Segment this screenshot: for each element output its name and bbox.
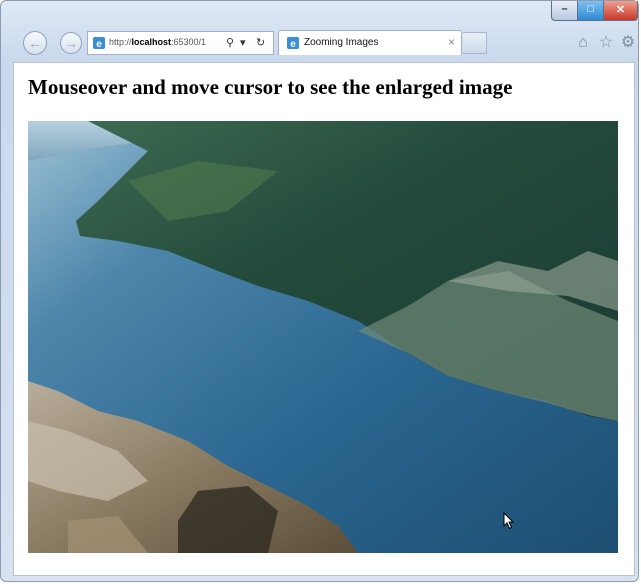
forward-arrow-icon: → <box>64 35 78 51</box>
favorites-icon[interactable]: ☆ <box>597 34 615 52</box>
ie-page-icon: e <box>93 37 105 50</box>
back-button[interactable]: ← <box>23 31 47 55</box>
home-icon[interactable]: ⌂ <box>574 34 592 52</box>
page-title: Mouseover and move cursor to see the enl… <box>28 75 513 99</box>
url-protocol: http:// <box>109 37 132 47</box>
ie-page-icon: e <box>287 37 299 50</box>
tab-close-icon[interactable]: × <box>448 35 455 49</box>
address-url[interactable]: http://localhost:65300/1 <box>109 37 224 47</box>
maximize-icon: □ <box>587 3 594 15</box>
gear-icon[interactable]: ⚙ <box>619 34 637 52</box>
svg-text:e: e <box>290 39 296 50</box>
minimize-icon: – <box>561 3 568 15</box>
title-bar: – □ ✕ ← → e http://localhost:65300/1 ⚲ ▾… <box>1 1 638 61</box>
page-content: Mouseover and move cursor to see the enl… <box>13 62 635 576</box>
browser-window: – □ ✕ ← → e http://localhost:65300/1 ⚲ ▾… <box>0 0 639 582</box>
search-icon[interactable]: ⚲ <box>226 36 234 49</box>
refresh-icon[interactable]: ↻ <box>256 36 265 49</box>
close-button[interactable]: ✕ <box>603 1 638 21</box>
tab-title: Zooming Images <box>304 37 379 48</box>
svg-text:e: e <box>96 39 102 50</box>
maximize-button[interactable]: □ <box>577 1 604 21</box>
zoomable-image[interactable] <box>28 121 618 553</box>
forward-button[interactable]: → <box>60 32 82 54</box>
mouse-cursor-icon <box>503 512 515 530</box>
tab-zooming-images[interactable]: e Zooming Images × <box>278 30 462 55</box>
address-bar[interactable]: e http://localhost:65300/1 ⚲ ▾ ↻ <box>87 31 274 55</box>
url-rest: :65300/1 <box>171 37 207 47</box>
back-arrow-icon: ← <box>28 35 42 51</box>
new-tab-button[interactable] <box>463 32 487 54</box>
close-icon: ✕ <box>615 4 626 16</box>
dropdown-icon[interactable]: ▾ <box>240 36 246 49</box>
minimize-button[interactable]: – <box>551 1 578 21</box>
url-host: localhost <box>131 37 172 47</box>
